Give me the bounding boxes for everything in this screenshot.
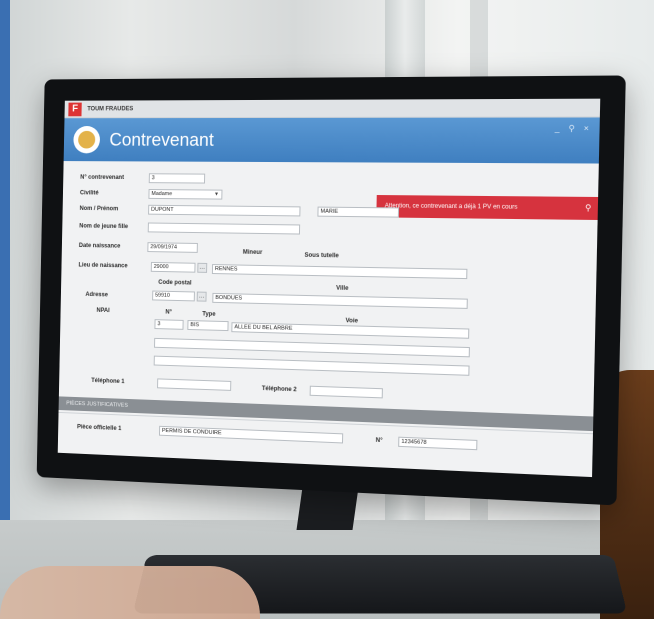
date-naissance-label: Date naissance xyxy=(79,243,121,250)
voie-label: Voie xyxy=(345,318,358,324)
nom-jeune-fille-label: Nom de jeune fille xyxy=(79,224,128,231)
adresse-ligne2-field[interactable] xyxy=(154,338,470,357)
telephone1-label: Téléphone 1 xyxy=(91,378,124,385)
page-header: Contrevenant _ ⚲ × xyxy=(64,117,600,163)
telephone1-field[interactable] xyxy=(157,378,231,391)
monitor: F TOUM FRAUDES Contrevenant _ ⚲ × Attent… xyxy=(37,75,626,505)
alert-text: Attention, ce contrevenant a déjà 1 PV e… xyxy=(385,203,518,211)
adresse-cp-field[interactable]: 59910 xyxy=(152,291,195,302)
lieu-naissance-label: Lieu de naissance xyxy=(78,263,127,270)
nom-field[interactable]: DUPONT xyxy=(148,205,300,217)
prenom-field[interactable]: MARIE xyxy=(317,207,399,218)
adresse-ligne3-field[interactable] xyxy=(154,356,470,376)
adresse-lookup-button[interactable]: … xyxy=(197,292,207,302)
nom-jeune-fille-field[interactable] xyxy=(148,222,300,234)
alert-banner[interactable]: Attention, ce contrevenant a déjà 1 PV e… xyxy=(376,195,598,220)
voie-field[interactable]: ALLEE DU BEL ARBRE xyxy=(231,322,469,339)
npai-label: NPAI xyxy=(96,308,109,314)
lieu-ville-field[interactable]: RENNES xyxy=(212,264,468,279)
date-naissance-field[interactable]: 29/09/1974 xyxy=(147,242,198,253)
mineur-label: Mineur xyxy=(243,250,263,256)
telephone2-field[interactable] xyxy=(310,386,383,399)
minimize-icon[interactable]: _ xyxy=(555,124,560,133)
type-label: Type xyxy=(202,312,215,318)
telephone2-label: Téléphone 2 xyxy=(262,386,297,393)
nom-prenom-label: Nom / Prénom xyxy=(80,206,119,212)
app-logo-icon: F xyxy=(68,102,81,116)
piece-numero-label: N° xyxy=(376,438,383,444)
adresse-label: Adresse xyxy=(85,292,108,298)
chevron-down-icon[interactable]: ▾ xyxy=(212,191,220,199)
adresse-ville-field[interactable]: BONDUES xyxy=(212,293,468,309)
user-hand xyxy=(0,566,260,619)
ville-label: Ville xyxy=(336,286,349,292)
lieu-code-field[interactable]: 29000 xyxy=(151,262,196,273)
num-contrevenant-field[interactable]: 3 xyxy=(149,173,205,183)
civilite-value: Madame xyxy=(151,191,172,197)
window-titlebar: F TOUM FRAUDES xyxy=(64,99,600,119)
app-window: F TOUM FRAUDES Contrevenant _ ⚲ × Attent… xyxy=(58,99,601,477)
form-content: Attention, ce contrevenant a déjà 1 PV e… xyxy=(58,161,599,464)
piece-numero-field[interactable]: 12345678 xyxy=(398,437,477,451)
piece-officielle-field[interactable]: PERMIS DE CONDUIRE xyxy=(159,426,343,444)
lieu-lookup-button[interactable]: … xyxy=(197,263,207,273)
pieces-section-header: PIÈCES JUSTIFICATIVES xyxy=(59,396,594,431)
numero-field[interactable]: 3 xyxy=(154,319,183,330)
contrevenant-avatar-icon xyxy=(73,126,100,153)
window-title: TOUM FRAUDES xyxy=(87,106,133,112)
close-icon[interactable]: × xyxy=(584,124,589,133)
code-postal-label: Code postal xyxy=(158,280,191,287)
num-contrevenant-label: N° contrevenant xyxy=(80,175,124,181)
sous-tutelle-label: Sous tutelle xyxy=(304,253,338,260)
civilite-select[interactable]: Madame ▾ xyxy=(148,189,222,200)
piece-officielle-label: Pièce officielle 1 xyxy=(77,424,121,432)
search-icon[interactable]: ⚲ xyxy=(585,197,592,220)
search-icon[interactable]: ⚲ xyxy=(568,124,575,133)
type-field[interactable]: BIS xyxy=(187,320,228,331)
numero-label: N° xyxy=(165,310,172,316)
office-scene: F TOUM FRAUDES Contrevenant _ ⚲ × Attent… xyxy=(0,0,654,619)
civilite-label: Civilité xyxy=(80,190,99,196)
window-controls: _ ⚲ × xyxy=(548,124,589,133)
page-title: Contrevenant xyxy=(109,129,214,150)
